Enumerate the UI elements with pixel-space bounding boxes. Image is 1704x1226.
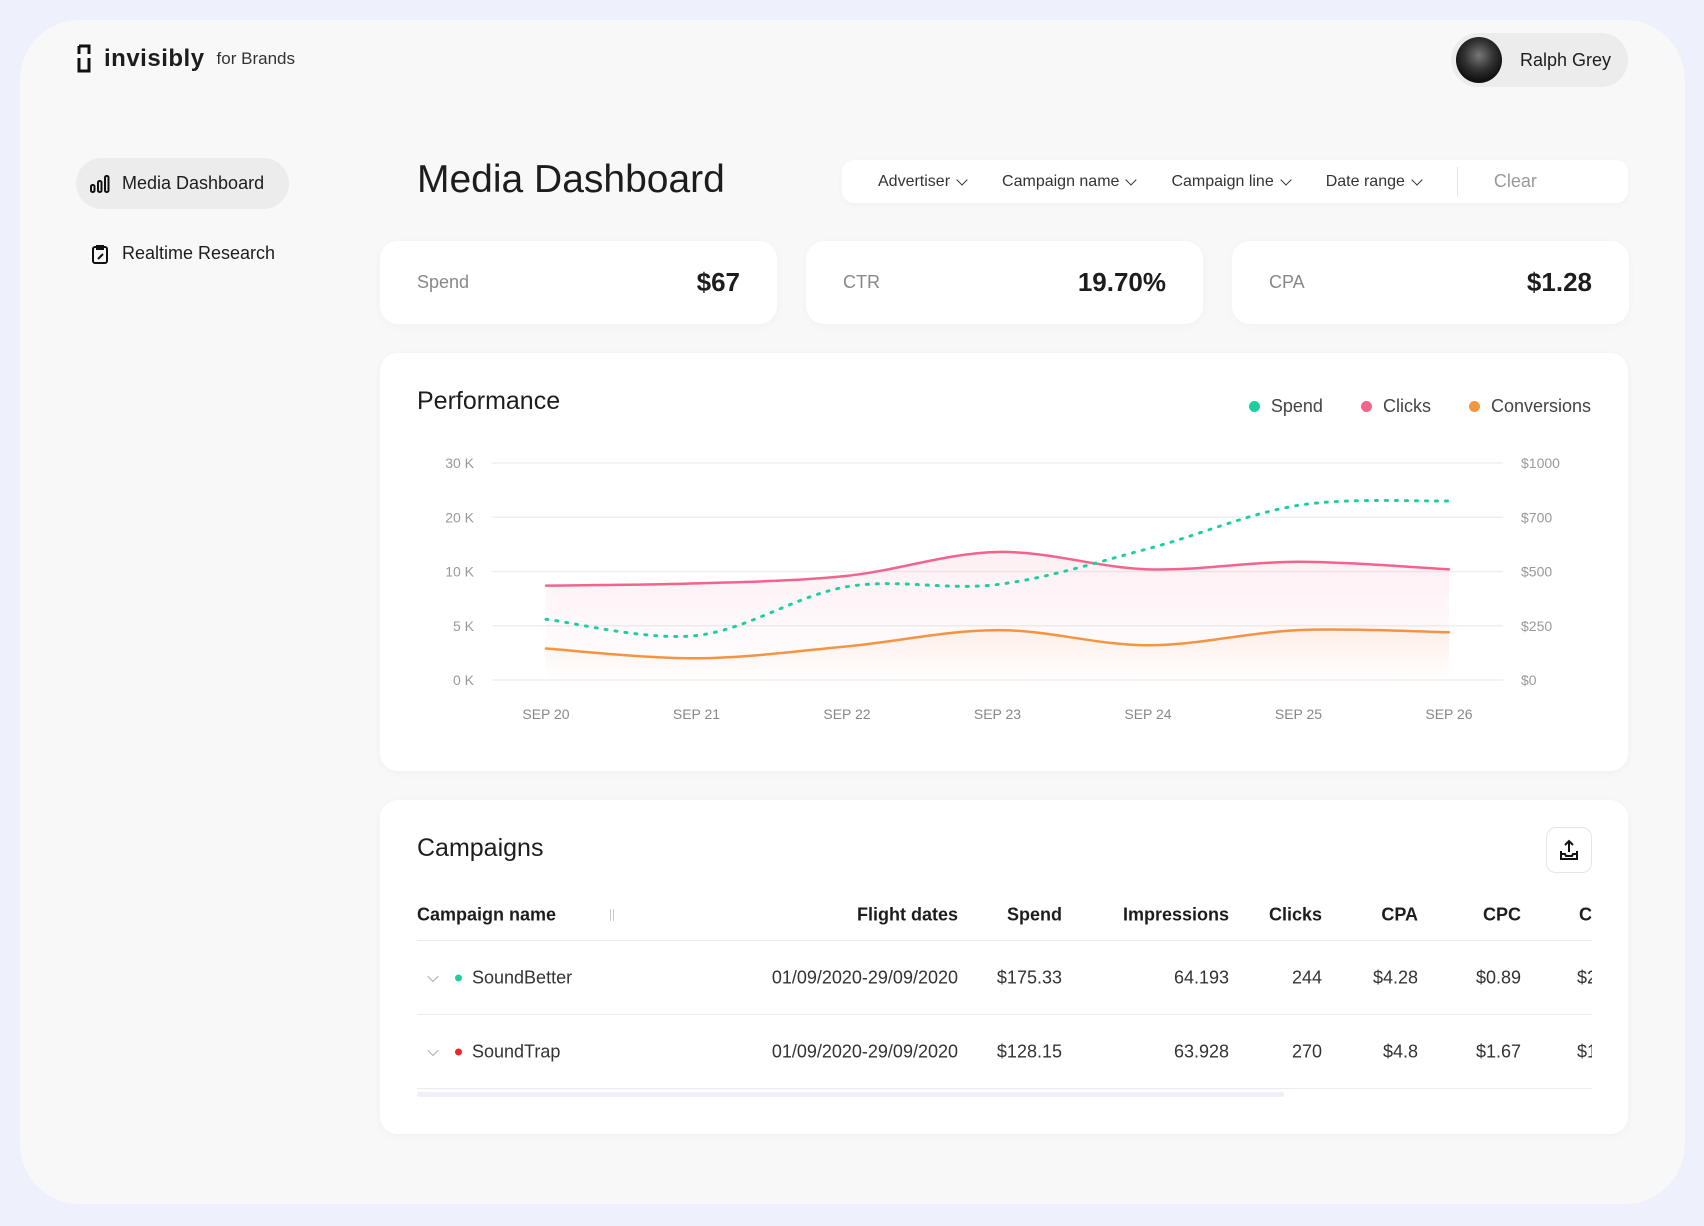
x-axis-tick: SEP 23	[974, 706, 1021, 722]
table-row[interactable]: SoundBetter 01/09/2020-29/09/2020 $175.3…	[417, 940, 1592, 1014]
bar-chart-icon	[90, 174, 110, 193]
user-menu[interactable]: Ralph Grey	[1451, 33, 1628, 87]
export-upload-icon	[1560, 839, 1578, 860]
clipboard-edit-icon	[92, 244, 108, 264]
right-axis-tick: $0	[1521, 672, 1537, 688]
chevron-down-icon	[1125, 173, 1138, 186]
truncated-cell: $1	[1577, 1041, 1592, 1061]
col-campaign-name[interactable]: Campaign name	[417, 905, 556, 926]
filter-campaign-line[interactable]: Campaign line	[1171, 172, 1292, 191]
expand-chevron-icon[interactable]	[427, 1044, 439, 1056]
right-axis-tick: $700	[1521, 509, 1552, 525]
campaign-name: SoundBetter	[472, 967, 573, 987]
performance-chart: 0 K $0 5 K $250 10 K $500 20 K $700 30 K $1000 SEP…	[445, 455, 1560, 722]
user-name: Ralph Grey	[1520, 49, 1612, 70]
divider	[1456, 166, 1458, 197]
left-axis-tick: 0 K	[453, 672, 475, 688]
x-axis-tick: SEP 21	[673, 706, 720, 722]
horizontal-scrollbar[interactable]	[417, 1092, 1284, 1097]
chevron-down-icon	[956, 173, 968, 186]
page-title: Media Dashboard	[417, 158, 725, 201]
status-dot-icon	[455, 1048, 462, 1056]
filter-label: Advertiser	[878, 172, 951, 190]
sidebar-item-realtime-research[interactable]: Realtime Research	[76, 228, 289, 279]
campaign-name: SoundTrap	[472, 1041, 561, 1061]
chevron-down-icon	[1280, 173, 1292, 186]
status-dot-icon	[455, 974, 462, 982]
filter-label: Campaign name	[1002, 172, 1120, 190]
avatar	[1456, 37, 1502, 83]
table-row[interactable]: SoundTrap 01/09/2020-29/09/2020 $128.15 …	[417, 1014, 1592, 1088]
sidebar-item-media-dashboard[interactable]: Media Dashboard	[76, 158, 289, 209]
right-axis-tick: $500	[1521, 564, 1552, 580]
sidebar-item-label: Media Dashboard	[122, 173, 265, 193]
sidebar-item-label: Realtime Research	[122, 243, 276, 263]
x-axis-tick: SEP 26	[1425, 706, 1472, 722]
left-axis-tick: 20 K	[445, 509, 474, 525]
kpi-value: $1.28	[1526, 267, 1592, 297]
campaigns-table: Campaign name Flight dates Spend Impress…	[417, 890, 1592, 1100]
divider	[417, 1088, 1592, 1089]
left-axis-tick: 5 K	[453, 618, 475, 634]
logo-icon	[77, 44, 91, 73]
truncated-cell: $2	[1577, 967, 1592, 987]
col-truncated[interactable]: C	[1579, 905, 1592, 926]
x-axis-tick: SEP 25	[1275, 706, 1322, 722]
performance-card: Performance Spend Clicks Conversions 0 K…	[380, 353, 1628, 771]
expand-chevron-icon[interactable]	[427, 970, 439, 982]
table-header: Campaign name Flight dates Spend Impress…	[417, 890, 1592, 940]
filter-campaign-name[interactable]: Campaign name	[1002, 172, 1138, 191]
x-axis-tick: SEP 20	[522, 706, 569, 722]
campaigns-title: Campaigns	[417, 834, 544, 862]
brand-suffix: for Brands	[216, 49, 295, 68]
cpc-cell: $0.89	[1475, 967, 1521, 987]
kpi-value: $67	[696, 267, 740, 297]
kpi-card-cpa: CPA $1.28	[1232, 241, 1629, 324]
left-axis-tick: 30 K	[445, 455, 474, 471]
cpc-cell: $1.67	[1475, 1041, 1521, 1061]
clear-filters-button[interactable]: Clear	[1494, 171, 1537, 192]
brand-name: invisibly	[104, 45, 205, 72]
export-button[interactable]	[1546, 827, 1592, 873]
chevron-down-icon	[1411, 173, 1423, 186]
filter-date-range[interactable]: Date range	[1325, 172, 1423, 191]
x-axis-tick: SEP 24	[1124, 706, 1171, 722]
right-axis-tick: $1000	[1521, 455, 1560, 471]
brand-logo[interactable]: invisibly for Brands	[76, 44, 295, 74]
kpi-card-spend: Spend $67	[380, 241, 777, 324]
kpi-label: Spend	[417, 272, 470, 292]
kpi-label: CPA	[1269, 272, 1305, 292]
kpi-value: 19.70%	[1077, 267, 1166, 297]
kpi-label: CTR	[843, 272, 880, 292]
right-axis-tick: $250	[1521, 618, 1552, 634]
filter-label: Campaign line	[1171, 172, 1274, 190]
kpi-card-ctr: CTR 19.70%	[806, 241, 1203, 324]
column-resize-handle[interactable]	[610, 909, 614, 921]
left-axis-tick: 10 K	[445, 564, 474, 580]
campaign-name-cell: SoundTrap	[417, 1041, 560, 1062]
filter-advertiser[interactable]: Advertiser	[878, 172, 968, 191]
filter-label: Date range	[1325, 172, 1405, 190]
filter-bar: Advertiser Campaign name Campaign line D…	[842, 160, 1628, 203]
x-axis-tick: SEP 22	[823, 706, 870, 722]
col-cpc[interactable]: CPC	[1321, 905, 1521, 926]
campaign-name-cell: SoundBetter	[417, 967, 572, 988]
